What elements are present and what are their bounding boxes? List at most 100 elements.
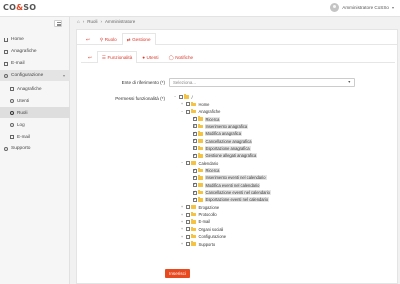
tree-checkbox[interactable] [185, 161, 190, 166]
gear-icon [10, 110, 14, 115]
tree-checkbox[interactable]: ✓ [192, 117, 197, 122]
tab-label: Funzionalità [107, 55, 133, 60]
tree-checkbox[interactable] [185, 234, 190, 239]
tree-node[interactable]: + E-mail [180, 219, 211, 225]
expand-icon[interactable]: + [180, 205, 184, 209]
tree-node[interactable]: ✓ Esportazione eventi nel calendario [187, 197, 270, 203]
ente-select-value: Seleziona... [173, 80, 196, 85]
tree-checkbox[interactable] [185, 219, 190, 224]
app-logo[interactable]: CO&SO [3, 3, 36, 12]
user-icon [10, 98, 14, 103]
tree-node[interactable]: ✓ Cancellazione anagrafica [187, 138, 253, 144]
sidebar-subitem-log[interactable]: Log [0, 119, 70, 130]
subtab-back[interactable]: ↩ [83, 51, 97, 63]
subtab-notifiche[interactable]: ◯ Notifiche [164, 51, 199, 63]
tree-node-label: Ricerca [204, 168, 221, 173]
tree-node[interactable]: ✓ Ricerca [187, 116, 221, 122]
tree-node[interactable]: ✓ Modifica eventi nel calendario [187, 182, 261, 188]
tree-node-label: Inserimento anagrafica [204, 123, 249, 129]
tab-gestione[interactable]: ⇄ Gestione [121, 33, 156, 45]
folder-icon [198, 131, 203, 136]
folder-icon [184, 94, 189, 99]
chevron-down-icon: ▾ [62, 73, 65, 78]
back-icon: ↩ [88, 54, 92, 60]
sidebar-toggle-button[interactable] [54, 20, 62, 27]
tab-back[interactable]: ↩ [81, 33, 95, 45]
tree-node[interactable]: ✓ Ricerca [187, 167, 221, 174]
tree-checkbox[interactable] [185, 102, 190, 107]
tree-line [187, 154, 191, 158]
tree-node[interactable]: − Calendario [180, 160, 219, 166]
sidebar-item-home[interactable]: Home [0, 34, 70, 45]
tree-node[interactable]: + Erogazione [180, 204, 220, 210]
back-icon: ↩ [86, 36, 90, 42]
tree-node[interactable]: ✓ Gestione allegati anagrafica [187, 153, 258, 159]
tree-checkbox[interactable] [178, 95, 183, 99]
expand-icon[interactable]: + [180, 227, 184, 231]
tree-checkbox[interactable] [185, 109, 190, 114]
sidebar-subitem-ruoli[interactable]: Ruoli [0, 107, 70, 118]
tree-node[interactable]: ✓ Inserimento anagrafica [187, 123, 249, 129]
insert-button[interactable]: Inserisci [165, 269, 190, 278]
tree-node[interactable]: ✓ Cancellazione eventi nel calendario [187, 190, 271, 196]
sidebar-subitem-anagrafiche[interactable]: Anagrafiche [0, 83, 70, 94]
home-icon[interactable]: ⌂ [77, 19, 80, 24]
breadcrumb-separator: › [82, 19, 85, 24]
tree-checkbox[interactable] [185, 212, 190, 217]
sidebar-item-supporto[interactable]: Supporto [0, 143, 70, 154]
tree-node-label: Esportazione anagrafica [204, 145, 251, 151]
tree-node[interactable]: ✓ Inserimento eventi nel calendario [187, 175, 267, 181]
tree-checkbox[interactable] [185, 227, 190, 232]
folder-icon [191, 219, 196, 224]
sidebar-subitem-email[interactable]: E-mail [0, 131, 70, 142]
tree-node[interactable]: + Protocollo [180, 212, 218, 218]
tree-node[interactable]: ✓ Esportazione anagrafica [187, 145, 251, 151]
tree-node[interactable]: ✓ Modifica anagrafica [187, 131, 242, 137]
tree-checkbox[interactable]: ✓ [192, 183, 197, 188]
subtab-funzionalita[interactable]: ☰ Funzionalità [96, 51, 138, 63]
tab-ruolo[interactable]: ⚲ Ruolo [95, 33, 122, 45]
tree-checkbox[interactable]: ✓ [192, 175, 197, 180]
collapse-icon[interactable]: − [173, 95, 177, 99]
tree-checkbox[interactable] [185, 205, 190, 210]
subtab-utenti[interactable]: ● Utenti [137, 51, 163, 63]
tree-checkbox[interactable]: ✓ [192, 131, 197, 136]
expand-icon[interactable]: + [180, 235, 184, 239]
tree-checkbox[interactable]: ✓ [192, 139, 197, 144]
tree-checkbox[interactable]: ✓ [192, 124, 197, 129]
expand-icon[interactable]: + [180, 220, 184, 224]
tree-node-label: Ricerca [204, 116, 221, 122]
breadcrumb-item-ruoli[interactable]: Ruoli [87, 19, 97, 24]
collapse-icon[interactable]: − [180, 110, 184, 114]
folder-icon [198, 145, 203, 151]
tree-node[interactable]: + Supporto [180, 241, 216, 247]
ente-select[interactable]: Seleziona... ▼ [169, 78, 355, 87]
expand-icon[interactable]: + [180, 242, 184, 246]
user-menu[interactable]: Amministratore CoSSo ▾ [330, 3, 394, 12]
folder-icon [191, 226, 196, 232]
tree-checkbox[interactable]: ✓ [192, 190, 197, 195]
sidebar-item-anagrafiche[interactable]: Anagrafiche [0, 46, 70, 57]
tree-checkbox[interactable]: ✓ [192, 168, 197, 173]
tree-checkbox[interactable]: ✓ [192, 153, 197, 158]
tree-line [187, 139, 191, 143]
tree-node-label: / [191, 94, 193, 100]
expand-icon[interactable]: + [180, 213, 184, 217]
sidebar-item-label: Configurazione [11, 73, 44, 78]
tree-checkbox[interactable]: ✓ [192, 146, 197, 151]
tree-node[interactable]: + Configurazione [180, 234, 227, 240]
tree-node[interactable]: + Home [180, 101, 210, 107]
breadcrumb: ⌂ › Ruoli › Amministratore [70, 17, 400, 26]
expand-icon[interactable]: + [180, 102, 184, 106]
tree-node[interactable]: − Anagrafiche [180, 109, 221, 115]
sidebar-item-configurazione[interactable]: Configurazione ▾ [0, 70, 70, 81]
tree-checkbox[interactable]: ✓ [192, 197, 197, 202]
tree-node[interactable]: − / [173, 94, 194, 100]
sidebar-subitem-utenti[interactable]: Utenti [0, 95, 70, 106]
sidebar-item-email[interactable]: E-mail [0, 58, 70, 69]
tree-node-label: Cancellazione anagrafica [204, 138, 253, 144]
sidebar-item-label: Supporto [11, 146, 31, 151]
tree-checkbox[interactable] [185, 242, 190, 246]
collapse-icon[interactable]: − [180, 161, 184, 165]
tree-node[interactable]: + Organi sociali [180, 226, 224, 232]
